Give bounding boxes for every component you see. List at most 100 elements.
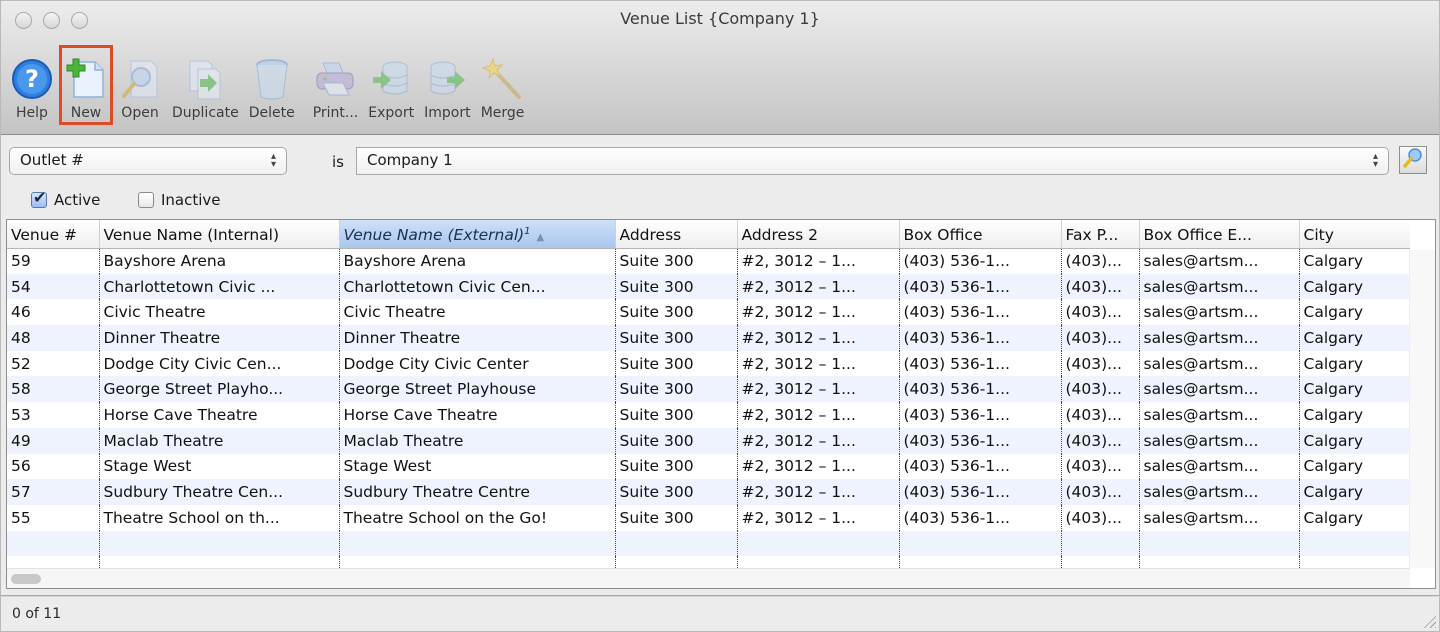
cell-address-2: #2, 3012 – 1...	[736, 248, 899, 274]
horizontal-scrollbar[interactable]	[7, 568, 1410, 588]
column-header-venue-number[interactable]: Venue #	[7, 220, 99, 249]
column-header-box-office-email[interactable]: Box Office E...	[1138, 220, 1299, 249]
cell-venue-name-internal: Stage West	[98, 453, 339, 480]
toolbar: ? Help New Open Duplicate Delete Print..…	[5, 45, 530, 125]
cell-box-office-email: sales@artsm...	[1138, 325, 1299, 351]
cell-venue-name-external: Sudbury Theatre Centre	[338, 479, 615, 505]
cell-city: Calgary	[1298, 402, 1410, 428]
merge-button[interactable]: Merge	[476, 45, 530, 125]
delete-button[interactable]: Delete	[244, 45, 300, 125]
empty-row[interactable]	[7, 530, 1410, 557]
delete-label: Delete	[248, 105, 295, 121]
duplicate-icon	[183, 57, 227, 101]
cell-venue-name-internal: Horse Cave Theatre	[98, 402, 339, 428]
help-button[interactable]: ? Help	[5, 45, 59, 125]
table-row[interactable]: 49 Maclab Theatre Maclab Theatre Suite 300 #…	[7, 427, 1410, 454]
table-row[interactable]: 52 Dodge City Civic Cen... Dodge City Civi…	[7, 350, 1410, 377]
cell-box-office: (403) 536-1...	[898, 402, 1061, 428]
table-row[interactable]: 57 Sudbury Theatre Cen... Sudbury Theatre …	[7, 479, 1410, 505]
cell-venue-name-internal: Maclab Theatre	[98, 427, 339, 454]
column-header-address-2[interactable]: Address 2	[736, 220, 899, 249]
cell-venue-number: 52	[11, 354, 31, 373]
export-button[interactable]: Export	[363, 45, 419, 125]
column-header-venue-name-external[interactable]: Venue Name (External)1▲	[338, 220, 615, 249]
cell-address: Suite 300	[614, 376, 737, 403]
open-button[interactable]: Open	[113, 45, 167, 125]
open-label: Open	[121, 105, 159, 121]
cell-fax-phone: (403)...	[1060, 376, 1139, 403]
cell-venue-name-internal: Dodge City Civic Cen...	[98, 350, 339, 377]
cell-venue-name-internal: Sudbury Theatre Cen...	[98, 479, 339, 505]
cell-address: Suite 300	[614, 299, 737, 326]
cell-box-office-email: sales@artsm...	[1138, 350, 1299, 377]
cell-city: Calgary	[1298, 453, 1410, 480]
vertical-scrollbar[interactable]	[1409, 250, 1435, 568]
help-label: Help	[16, 105, 48, 121]
cell-venue-number: 55	[11, 508, 31, 527]
column-header-venue-name-internal[interactable]: Venue Name (Internal)	[98, 220, 339, 249]
inactive-checkbox[interactable]: Inactive	[138, 191, 221, 209]
select-arrows-icon: ▴ ▾	[270, 151, 276, 170]
table-row[interactable]: 53 Horse Cave Theatre Horse Cave Theatre Su…	[7, 402, 1410, 428]
cell-box-office-email: sales@artsm...	[1138, 479, 1299, 505]
cell-box-office: (403) 536-1...	[898, 453, 1061, 480]
cell-box-office: (403) 536-1...	[898, 350, 1061, 377]
print-button[interactable]: Print...	[308, 45, 364, 125]
horizontal-scroll-thumb[interactable]	[11, 574, 41, 584]
cell-fax-phone: (403)...	[1060, 350, 1139, 377]
filter-value-select[interactable]: Company 1 ▴ ▾	[356, 147, 1389, 175]
new-button[interactable]: New	[59, 45, 113, 125]
active-checkbox-box[interactable]	[31, 188, 47, 208]
column-header-fax-phone[interactable]: Fax P...	[1060, 220, 1139, 249]
cell-venue-name-internal: George Street Playho...	[98, 376, 339, 403]
cell-box-office: (403) 536-1...	[898, 325, 1061, 351]
cell-venue-number: 54	[7, 273, 99, 300]
cell-address-2: #2, 3012 – 1...	[736, 504, 899, 531]
cell-venue-name-external: Civic Theatre	[338, 299, 615, 326]
cell-venue-name-external: Stage West	[338, 453, 615, 480]
cell-box-office: (403) 536-1...	[898, 299, 1061, 326]
column-header-city[interactable]: City	[1298, 220, 1410, 249]
cell-address: Suite 300	[614, 350, 737, 377]
resize-grip-icon[interactable]	[1422, 614, 1436, 628]
duplicate-button[interactable]: Duplicate	[167, 45, 244, 125]
filter-field-value: Outlet #	[20, 151, 84, 169]
table-row[interactable]: 54 Charlottetown Civic ... Charlottetown C…	[7, 273, 1410, 300]
title-toolbar: Venue List {Company 1} ? Help New Open D…	[1, 1, 1439, 135]
table-row[interactable]: 48 Dinner Theatre Dinner Theatre Suite 300 #…	[7, 325, 1410, 351]
table-row[interactable]: 46 Civic Theatre Civic Theatre Suite 300 #2,…	[7, 299, 1410, 326]
cell-address-2: #2, 3012 – 1...	[736, 376, 899, 403]
merge-label: Merge	[480, 105, 525, 121]
table-row[interactable]: 58 George Street Playho... George Street P…	[7, 376, 1410, 403]
cell-city: Calgary	[1298, 504, 1410, 531]
cell-box-office: (403) 536-1...	[898, 376, 1061, 403]
cell-box-office-email	[1138, 530, 1299, 557]
cell-address	[614, 530, 737, 557]
table-row[interactable]: 56 Stage West Stage West Suite 300 #2, 3012 …	[7, 453, 1410, 480]
filter-field-select[interactable]: Outlet # ▴ ▾	[9, 147, 287, 175]
search-button[interactable]	[1399, 146, 1427, 174]
cell-box-office-email: sales@artsm...	[1138, 402, 1299, 428]
import-button[interactable]: Import	[419, 45, 475, 125]
cell-box-office-email: sales@artsm...	[1138, 273, 1299, 300]
sort-ascending-icon: ▲	[536, 231, 545, 243]
cell-address-2: #2, 3012 – 1...	[736, 325, 899, 351]
cell-venue-number: 56	[11, 457, 31, 476]
table-row[interactable]: 55 Theatre School on th... Theatre School …	[7, 504, 1410, 531]
cell-city: Calgary	[1298, 376, 1410, 403]
cell-venue-number: 57	[7, 479, 99, 505]
trash-icon	[250, 57, 294, 101]
column-header-address[interactable]: Address	[614, 220, 737, 249]
window-title: Venue List {Company 1}	[620, 9, 820, 28]
cell-fax-phone: (403)...	[1060, 453, 1139, 480]
cell-venue-number: 46	[11, 303, 31, 322]
column-header-box-office[interactable]: Box Office	[898, 220, 1061, 249]
inactive-checkbox-label: Inactive	[161, 191, 221, 209]
table-row[interactable]: 59 Bayshore Arena Bayshore Arena Suite 300 #…	[7, 248, 1410, 274]
cell-box-office-email: sales@artsm...	[1138, 299, 1299, 326]
active-checkbox[interactable]: Active	[31, 188, 100, 209]
export-label: Export	[368, 105, 415, 121]
cell-address: Suite 300	[614, 248, 737, 274]
cell-fax-phone: (403)...	[1060, 402, 1139, 428]
inactive-checkbox-box[interactable]	[138, 192, 154, 208]
